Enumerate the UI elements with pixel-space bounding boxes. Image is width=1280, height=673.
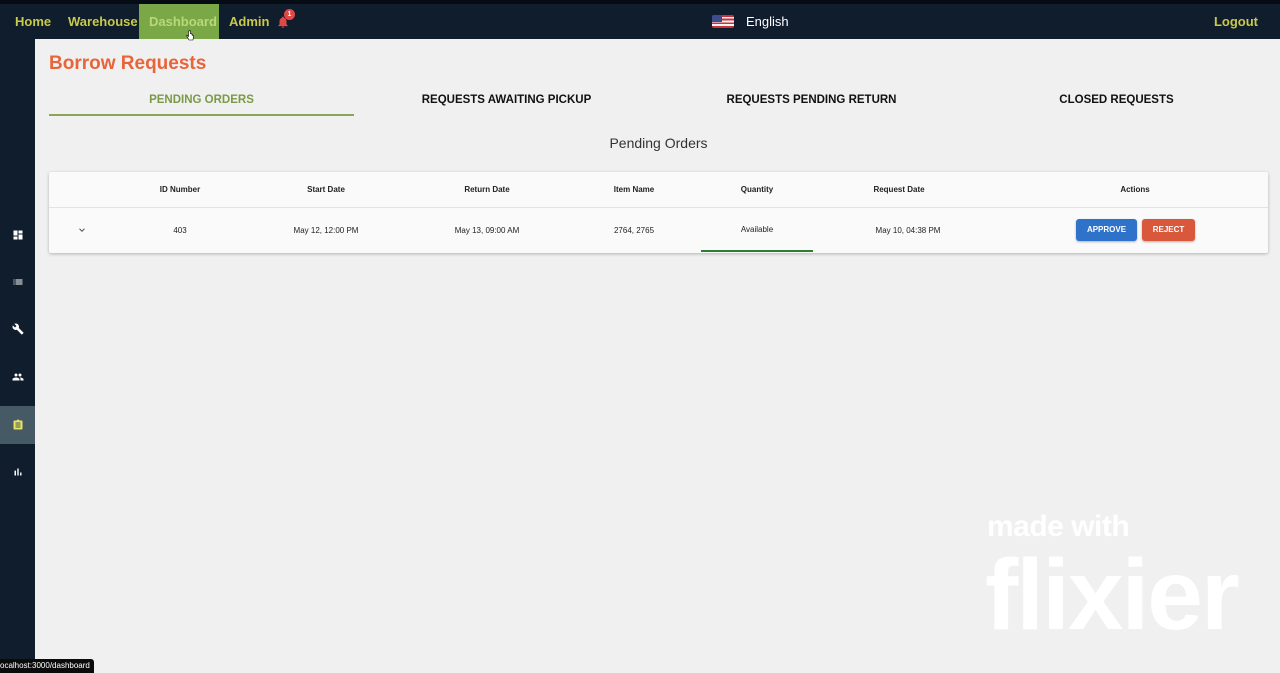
section-title: Pending Orders [609, 135, 708, 151]
tab-closed-requests[interactable]: CLOSED REQUESTS [964, 84, 1269, 116]
col-start-date[interactable]: Start Date [307, 185, 345, 194]
sidebar-item-tools[interactable] [0, 310, 35, 348]
watermark-line2: flixier [985, 539, 1240, 651]
language-label: English [746, 13, 789, 29]
notification-badge: 1 [284, 9, 295, 20]
sidebar-item-users[interactable] [0, 358, 35, 396]
sidebar-item-reports[interactable] [0, 453, 35, 491]
status-url-bar: ocalhost:3000/dashboard [0, 659, 94, 673]
col-return-date[interactable]: Return Date [464, 185, 509, 194]
reject-button[interactable]: REJECT [1142, 219, 1195, 241]
page-title: Borrow Requests [49, 53, 207, 74]
col-quantity[interactable]: Quantity [741, 185, 773, 194]
cell-item-name: 2764, 2765 [613, 226, 655, 235]
sidebar-item-list[interactable] [0, 263, 35, 301]
cell-request-date: May 10, 04:38 PM [875, 226, 941, 235]
sidebar-item-dashboard[interactable] [0, 216, 35, 254]
hand-cursor-icon [186, 30, 194, 41]
people-icon [12, 373, 23, 381]
tab-awaiting-pickup[interactable]: REQUESTS AWAITING PICKUP [354, 84, 659, 116]
chevron-down-icon[interactable] [77, 225, 87, 235]
cell-return-date: May 13, 09:00 AM [454, 226, 520, 235]
us-flag-icon [712, 14, 734, 28]
dashboard-icon [13, 230, 22, 240]
nav-dashboard[interactable]: Dashboard [139, 4, 219, 39]
cell-quantity: Available [740, 225, 774, 234]
col-actions: Actions [1120, 185, 1150, 194]
clipboard-icon [13, 419, 22, 430]
nav-home[interactable]: Home [5, 4, 61, 39]
quantity-indicator-bar [701, 250, 813, 252]
tab-pending-orders[interactable]: PENDING ORDERS [49, 84, 354, 116]
requests-table: ID Number Start Date Return Date Item Na… [49, 172, 1268, 253]
nav-warehouse[interactable]: Warehouse [58, 4, 148, 39]
tab-pending-return[interactable]: REQUESTS PENDING RETURN [659, 84, 964, 116]
col-id-number[interactable]: ID Number [160, 185, 200, 194]
sidebar-item-requests[interactable] [0, 406, 35, 444]
col-request-date[interactable]: Request Date [873, 185, 924, 194]
bar-chart-icon [14, 468, 21, 476]
language-selector[interactable]: English [712, 12, 789, 30]
cell-start-date: May 12, 12:00 PM [293, 226, 359, 235]
approve-button[interactable]: APPROVE [1076, 219, 1137, 241]
logout-button[interactable]: Logout [1214, 4, 1258, 39]
col-item-name[interactable]: Item Name [614, 185, 654, 194]
list-icon [13, 279, 22, 285]
cell-id: 403 [173, 226, 187, 235]
nav-admin[interactable]: Admin [219, 4, 279, 39]
wrench-icon [11, 323, 23, 335]
table-header: ID Number Start Date Return Date Item Na… [49, 172, 1268, 208]
